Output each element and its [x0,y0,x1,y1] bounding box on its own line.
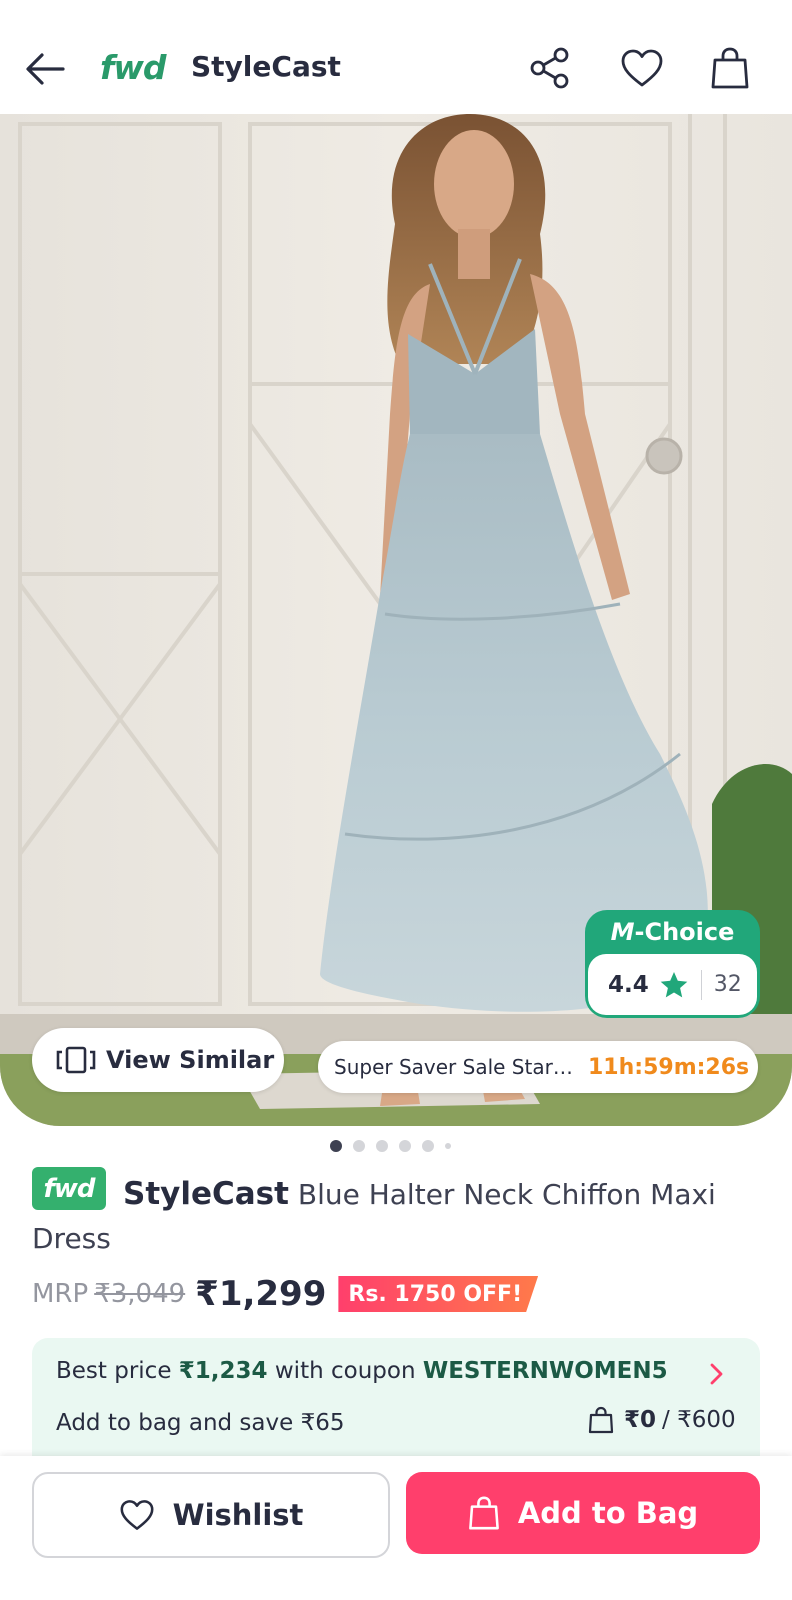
share-button[interactable] [526,44,574,92]
star-icon [660,971,688,997]
m-choice-badge: M-Choice 4.4 32 [585,910,760,1018]
bag-threshold: / ₹600 [662,1407,736,1433]
m-choice-label: -Choice [634,918,735,946]
carousel-dot[interactable] [376,1140,388,1152]
share-icon [530,47,569,89]
view-similar-icon [56,1046,96,1074]
heart-icon [120,1500,154,1530]
best-price-prefix: Best price [56,1358,172,1384]
heart-icon [621,49,663,87]
arrow-left-icon [26,53,65,85]
sale-text: Super Saver Sale Starts In [334,1055,574,1079]
bag-header-button[interactable] [706,44,754,92]
mrp-label: MRP [32,1279,89,1309]
mrp-value: ₹3,049 [94,1279,186,1309]
wishlist-header-button[interactable] [618,44,666,92]
carousel-dot[interactable] [330,1140,342,1152]
best-price-line: Best price ₹1,234 with coupon WESTERNWOM… [56,1358,668,1384]
carousel-dot[interactable] [422,1140,434,1152]
m-logo-icon: M [610,918,635,946]
carousel-dot[interactable] [399,1140,411,1152]
product-image-carousel[interactable]: M-Choice 4.4 32 View Similar Super Saver… [0,114,792,1126]
selling-price: ₹1,299 [195,1274,327,1314]
bag-progress: ₹0 / ₹600 [588,1406,736,1434]
product-name-continued: Dress [32,1222,111,1255]
rating-count: 32 [713,972,742,997]
rating-value: 4.4 [608,971,649,998]
rating-chip[interactable]: 4.4 32 [588,954,757,1015]
shopping-bag-icon [711,47,749,89]
shopping-bag-icon [468,1496,499,1530]
carousel-dot[interactable] [353,1140,365,1152]
sale-countdown-banner[interactable]: Super Saver Sale Starts In 11h:59m:26s [318,1041,758,1093]
sale-timer: 11h:59m:26s [588,1054,750,1080]
best-price-value: ₹1,234 [178,1358,268,1384]
wishlist-label: Wishlist [172,1498,304,1532]
back-button[interactable] [22,46,68,92]
best-price-mid: with coupon [274,1358,416,1384]
view-similar-label: View Similar [106,1046,275,1074]
page-title: StyleCast [191,50,341,83]
coupon-code: WESTERNWOMEN5 [422,1358,668,1384]
save-text: Add to bag and save ₹65 [56,1410,345,1436]
carousel-indicator [330,1140,451,1152]
fwd-badge: fwd [32,1167,106,1210]
bag-value: ₹0 [624,1407,657,1433]
product-name: Blue Halter Neck Chiffon Maxi [297,1178,716,1211]
product-brand[interactable]: StyleCast [123,1176,289,1212]
best-price-coupon-card[interactable]: Best price ₹1,234 with coupon WESTERNWOM… [32,1338,760,1460]
bottom-action-bar: Wishlist Add to Bag [0,1456,792,1600]
chevron-right-icon[interactable] [702,1360,730,1388]
price-row: MRP ₹3,049 ₹1,299 Rs. 1750 OFF! [32,1270,539,1318]
view-similar-button[interactable]: View Similar [32,1028,284,1092]
bag-icon [588,1406,614,1434]
add-to-bag-label: Add to Bag [517,1496,699,1530]
discount-badge: Rs. 1750 OFF! [338,1276,539,1312]
product-title: StyleCast Blue Halter Neck Chiffon Maxi [123,1176,716,1212]
wishlist-button[interactable]: Wishlist [32,1472,390,1558]
carousel-dot[interactable] [445,1143,451,1149]
rating-divider [700,969,702,1000]
fwd-logo[interactable]: fwd [100,48,166,87]
top-app-bar: fwd StyleCast [0,0,792,114]
add-to-bag-button[interactable]: Add to Bag [406,1472,760,1554]
